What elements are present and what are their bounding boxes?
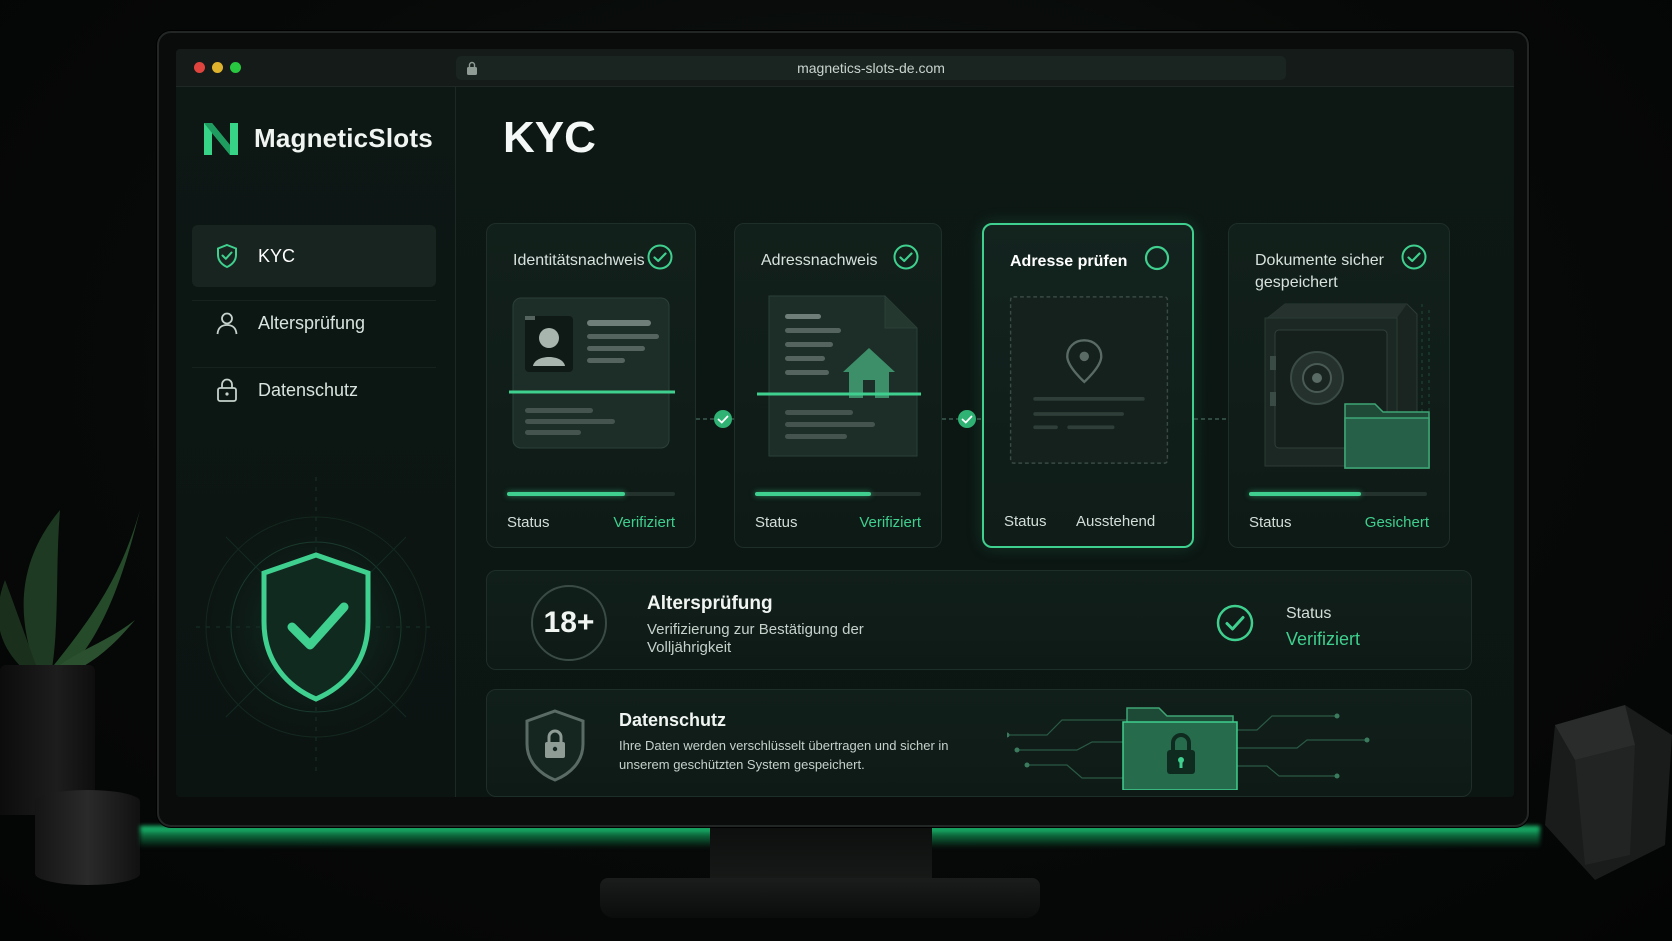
step-title: Adresse prüfen: [1010, 253, 1128, 270]
page-title: KYC: [503, 113, 596, 162]
age-title: Altersprüfung: [647, 593, 773, 614]
step-title: Adressnachweis: [761, 252, 878, 269]
brand-name: MagneticSlots: [254, 122, 433, 153]
status-label: Status: [1249, 514, 1292, 531]
shield-lock-icon: [525, 709, 585, 782]
status-label: Status: [1004, 513, 1047, 530]
safe-icon: [1264, 303, 1430, 469]
step-card-address[interactable]: Adressnachweis Status Verifiziert: [734, 223, 942, 548]
speaker-decor: [35, 790, 140, 885]
monitor-base: [600, 878, 1040, 918]
check-circle-icon: [1216, 604, 1254, 642]
main-content: KYC Identitätsnachweis Status Verifizier…: [456, 87, 1514, 797]
step-card-documents-stored[interactable]: Dokumente sicher gespeichert Status Gesi…: [1228, 223, 1450, 548]
status-value: Gesichert: [1364, 514, 1429, 531]
id-card-icon: [509, 297, 675, 449]
status-label: Status: [755, 514, 798, 531]
status-value: Ausstehend: [1076, 513, 1156, 530]
status-value: Verifiziert: [1286, 629, 1361, 649]
progress-bar: [755, 492, 921, 496]
privacy-title: Datenschutz: [619, 710, 727, 730]
age-badge: 18+: [531, 585, 607, 661]
folder-lock-icon: [1007, 707, 1370, 790]
shield-check-icon: [196, 477, 436, 777]
status-label: Status: [1286, 605, 1332, 622]
brand-logo[interactable]: MagneticSlots: [200, 117, 433, 159]
location-pin-icon: [1009, 296, 1169, 464]
progress-fill: [507, 492, 625, 496]
browser-titlebar: magnetics-slots-de.com: [176, 49, 1514, 87]
step-card-verify-address[interactable]: Adresse prüfen Status Ausstehend: [982, 223, 1194, 548]
lock-icon: [467, 61, 477, 75]
progress-bar: [507, 492, 675, 496]
lock-icon: [214, 377, 240, 403]
check-circle-icon: [1401, 244, 1427, 270]
address-bar[interactable]: magnetics-slots-de.com: [456, 56, 1286, 80]
privacy-panel[interactable]: Datenschutz Ihre Daten werden verschlüss…: [486, 689, 1472, 797]
minimize-window-button[interactable]: [212, 62, 223, 73]
step-card-identity[interactable]: Identitätsnachweis Status Verifiziert: [486, 223, 696, 548]
shield-check-icon: [214, 243, 240, 269]
sidebar-item-label: Altersprüfung: [258, 312, 366, 333]
maximize-window-button[interactable]: [230, 62, 241, 73]
age-verification-panel[interactable]: 18+ Altersprüfung Verifizierung zur Best…: [486, 570, 1472, 670]
sidebar-item-label: KYC: [258, 245, 296, 266]
monitor: magnetics-slots-de.com MagneticSlots KYC…: [157, 31, 1529, 827]
status-value: Verifiziert: [859, 514, 921, 531]
sidebar-item-datenschutz[interactable]: Datenschutz: [192, 359, 436, 421]
progress-bar: [1249, 492, 1427, 496]
sidebar-item-label: Datenschutz: [258, 379, 359, 400]
sidebar: MagneticSlots KYC Altersprüfung Datensch…: [176, 87, 456, 797]
window-controls: [194, 62, 241, 73]
step-connector: [1194, 418, 1228, 420]
progress-fill: [755, 492, 872, 496]
step-title: Identitätsnachweis: [513, 252, 645, 269]
progress-fill: [1249, 492, 1362, 496]
sidebar-item-altersprufung[interactable]: Altersprüfung: [192, 292, 436, 354]
check-circle-icon: [647, 244, 673, 270]
logo-mark-icon: [204, 123, 238, 155]
url-text: magnetics-slots-de.com: [797, 60, 945, 76]
status-label: Status: [507, 514, 550, 531]
privacy-description: Ihre Daten werden verschlüsselt übertrag…: [619, 738, 949, 772]
close-window-button[interactable]: [194, 62, 205, 73]
step-title: Dokumente sicher gespeichert: [1255, 252, 1384, 291]
rock-decor: [1545, 705, 1672, 880]
screen: magnetics-slots-de.com MagneticSlots KYC…: [176, 49, 1514, 797]
status-value: Verifiziert: [613, 514, 675, 531]
monitor-stand: [710, 822, 932, 884]
house-document-icon: [757, 295, 921, 457]
pending-circle-icon: [1144, 245, 1170, 271]
age-description: Verifizierung zur Bestätigung der Volljä…: [647, 621, 864, 656]
user-icon: [214, 310, 240, 336]
sidebar-item-kyc[interactable]: KYC: [192, 225, 436, 287]
check-circle-icon: [893, 244, 919, 270]
